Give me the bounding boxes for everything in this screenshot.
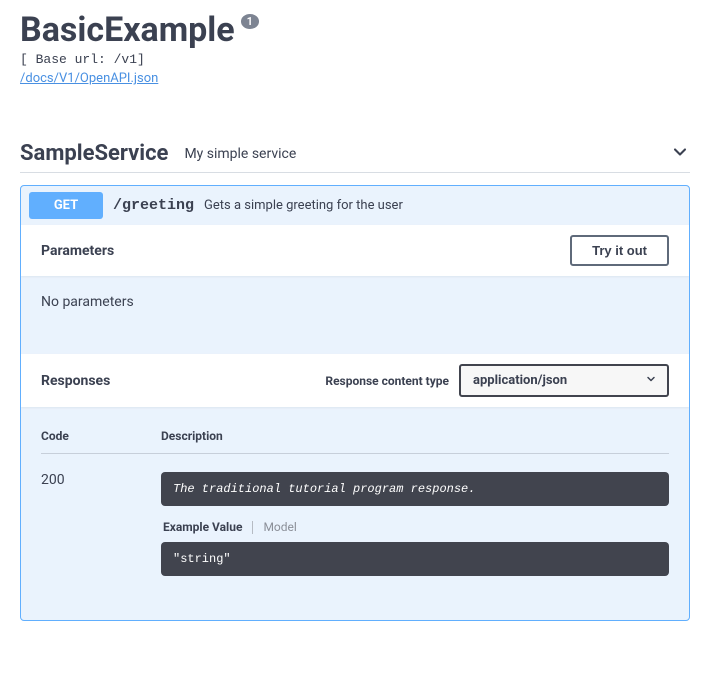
endpoint-path: /greeting	[113, 197, 194, 214]
parameters-heading: Parameters	[41, 243, 114, 259]
api-header: BasicExample 1 [ Base url: /v1] /docs/V1…	[20, 10, 690, 86]
code-column-header: Code	[41, 429, 161, 443]
description-column-header: Description	[161, 429, 669, 443]
content-type-value: application/json	[473, 373, 567, 388]
base-url: [ Base url: /v1]	[20, 52, 690, 67]
example-body[interactable]: "string"	[161, 542, 669, 576]
content-type-select[interactable]: application/json	[459, 364, 669, 397]
responses-bar: Responses Response content type applicat…	[21, 354, 689, 407]
responses-table: Code Description 200 The traditional tut…	[21, 407, 689, 620]
tag-header[interactable]: SampleService My simple service	[20, 141, 690, 173]
response-row: 200 The traditional tutorial program res…	[41, 454, 669, 590]
operation-block: GET /greeting Gets a simple greeting for…	[20, 185, 690, 621]
chevron-down-icon	[645, 373, 657, 389]
response-description: The traditional tutorial program respons…	[161, 472, 669, 506]
parameters-body: No parameters	[21, 276, 689, 354]
spec-link[interactable]: /docs/V1/OpenAPI.json	[20, 71, 158, 86]
parameters-bar: Parameters Try it out	[21, 225, 689, 276]
tag-name: SampleService	[20, 141, 168, 166]
version-badge: 1	[241, 14, 259, 29]
responses-heading: Responses	[41, 373, 110, 389]
method-badge: GET	[29, 192, 103, 219]
no-parameters-text: No parameters	[41, 294, 134, 310]
tab-model[interactable]: Model	[261, 520, 298, 534]
tag-description: My simple service	[184, 146, 296, 162]
endpoint-summary: Gets a simple greeting for the user	[204, 198, 403, 213]
operation-header[interactable]: GET /greeting Gets a simple greeting for…	[21, 186, 689, 225]
tab-example-value[interactable]: Example Value	[161, 520, 244, 534]
content-type-label: Response content type	[325, 374, 449, 388]
api-title: BasicExample	[20, 10, 235, 50]
response-code: 200	[41, 472, 161, 590]
chevron-down-icon	[670, 142, 690, 166]
tag-section: SampleService My simple service GET /gre…	[20, 141, 690, 621]
tab-separator	[252, 521, 253, 534]
try-it-out-button[interactable]: Try it out	[570, 235, 669, 266]
example-model-tabs: Example Value Model	[161, 520, 669, 534]
